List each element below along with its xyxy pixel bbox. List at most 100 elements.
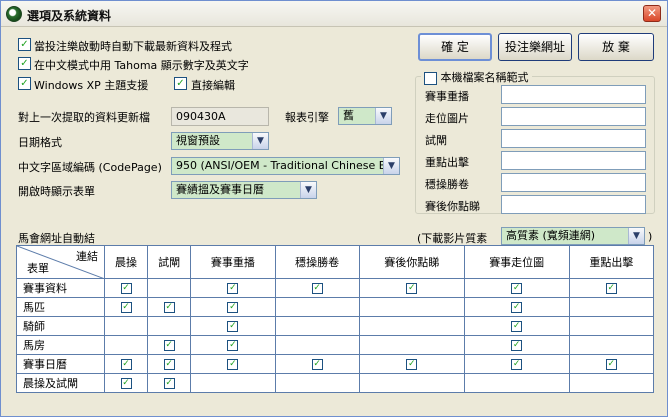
grid-link-checkbox[interactable] bbox=[163, 302, 175, 313]
pattern-label-trial: 試閘 bbox=[425, 134, 447, 147]
startup-table-label: 開啟時顯示表單 bbox=[18, 185, 95, 198]
grid-col-header: 賽事走位圖 bbox=[463, 245, 570, 279]
last-update-value: 090430A bbox=[171, 107, 269, 126]
grid-link-checkbox[interactable] bbox=[163, 340, 175, 351]
grid-link-checkbox[interactable] bbox=[511, 340, 523, 351]
startup-table-select[interactable]: 賽績搵及賽事日曆 ▼ bbox=[171, 181, 317, 199]
link-grid: 連結 表單 晨操 試閘 賽事重播 穩操勝卷 賽後你點睇 賽事走位圖 重點出擊 賽… bbox=[16, 245, 655, 393]
date-format-select[interactable]: 視窗預設 ▼ bbox=[171, 132, 269, 150]
grid-link-checkbox[interactable] bbox=[120, 359, 132, 370]
grid-link-checkbox[interactable] bbox=[120, 302, 132, 313]
auto-download-checkbox[interactable] bbox=[18, 38, 31, 51]
grid-cell[interactable] bbox=[463, 354, 570, 374]
grid-cell[interactable] bbox=[103, 278, 149, 298]
tahoma-checkbox[interactable] bbox=[18, 57, 31, 70]
grid-link-checkbox[interactable] bbox=[311, 359, 323, 370]
codepage-select[interactable]: 950 (ANSI/OEM - Traditional Chinese Big5… bbox=[171, 157, 400, 175]
grid-cell[interactable] bbox=[147, 335, 192, 355]
grid-cell[interactable] bbox=[190, 278, 276, 298]
grid-cell[interactable] bbox=[463, 297, 570, 317]
grid-link-checkbox[interactable] bbox=[511, 359, 523, 370]
grid-cell bbox=[274, 335, 360, 355]
betting-url-button[interactable]: 投注樂網址 bbox=[498, 33, 572, 61]
chevron-down-icon[interactable]: ▼ bbox=[252, 133, 268, 149]
filename-pattern-checkbox[interactable] bbox=[424, 71, 437, 85]
grid-cell[interactable] bbox=[103, 373, 149, 393]
close-button[interactable]: ✕ bbox=[643, 5, 661, 22]
grid-link-checkbox[interactable] bbox=[227, 283, 239, 294]
pattern-input-focus[interactable] bbox=[501, 151, 646, 170]
pattern-label-position: 走位圖片 bbox=[425, 112, 469, 125]
video-quality-label: (下載影片質素 bbox=[417, 232, 488, 245]
chevron-down-icon[interactable]: ▼ bbox=[383, 158, 399, 174]
grid-cell[interactable] bbox=[463, 335, 570, 355]
grid-cell bbox=[358, 316, 465, 336]
grid-link-checkbox[interactable] bbox=[227, 302, 239, 313]
grid-cell[interactable] bbox=[274, 354, 360, 374]
grid-row-label: 賽事日曆 bbox=[16, 354, 105, 374]
grid-row-label: 晨操及試閘 bbox=[16, 373, 105, 393]
video-quality-close: ) bbox=[648, 230, 653, 243]
pattern-input-replay[interactable] bbox=[501, 85, 646, 104]
grid-cell[interactable] bbox=[568, 354, 655, 374]
chevron-down-icon[interactable]: ▼ bbox=[628, 228, 644, 244]
grid-cell[interactable] bbox=[274, 278, 360, 298]
grid-cell[interactable] bbox=[147, 354, 192, 374]
grid-link-checkbox[interactable] bbox=[120, 378, 132, 389]
grid-link-checkbox[interactable] bbox=[511, 283, 523, 294]
chevron-down-icon[interactable]: ▼ bbox=[300, 182, 316, 198]
last-update-label: 對上一次提取的資料更新檔 bbox=[18, 111, 150, 124]
grid-link-checkbox[interactable] bbox=[227, 340, 239, 351]
grid-cell[interactable] bbox=[463, 278, 570, 298]
pattern-label-focus: 重點出擊 bbox=[425, 156, 469, 169]
grid-cell[interactable] bbox=[190, 316, 276, 336]
video-quality-select[interactable]: 高質素 (寬頻連網) ▼ bbox=[501, 227, 645, 245]
date-format-label: 日期格式 bbox=[18, 136, 62, 149]
grid-cell[interactable] bbox=[358, 354, 465, 374]
grid-cell[interactable] bbox=[190, 335, 276, 355]
grid-link-checkbox[interactable] bbox=[605, 359, 617, 370]
pattern-input-position[interactable] bbox=[501, 107, 646, 126]
grid-link-checkbox[interactable] bbox=[227, 321, 239, 332]
grid-link-checkbox[interactable] bbox=[511, 321, 523, 332]
grid-link-checkbox[interactable] bbox=[311, 283, 323, 294]
grid-cell[interactable] bbox=[103, 297, 149, 317]
grid-cell[interactable] bbox=[190, 297, 276, 317]
grid-cell[interactable] bbox=[358, 278, 465, 298]
grid-cell[interactable] bbox=[147, 297, 192, 317]
report-engine-label: 報表引擎 bbox=[285, 111, 329, 124]
title-bar[interactable]: 選項及系統資料 ✕ bbox=[1, 1, 667, 27]
grid-link-checkbox[interactable] bbox=[227, 359, 239, 370]
report-engine-value: 舊 bbox=[343, 109, 354, 122]
table-row: 晨操及試閘 bbox=[16, 373, 655, 393]
chevron-down-icon[interactable]: ▼ bbox=[375, 108, 391, 124]
pattern-input-post-race[interactable] bbox=[501, 195, 646, 214]
cancel-button[interactable]: 放 棄 bbox=[578, 33, 654, 61]
grid-link-checkbox[interactable] bbox=[120, 283, 132, 294]
grid-col-header: 試閘 bbox=[147, 245, 192, 279]
grid-link-checkbox[interactable] bbox=[605, 283, 617, 294]
ok-button[interactable]: 確 定 bbox=[418, 33, 492, 61]
grid-col-header: 晨操 bbox=[103, 245, 149, 279]
video-quality-value: 高質素 (寬頻連網) bbox=[506, 229, 596, 242]
direct-edit-checkbox[interactable] bbox=[174, 77, 187, 90]
pattern-input-trial[interactable] bbox=[501, 129, 646, 148]
grid-link-checkbox[interactable] bbox=[163, 359, 175, 370]
grid-corner-links: 連結 bbox=[76, 250, 98, 263]
pattern-input-sure-win[interactable] bbox=[501, 173, 646, 192]
grid-cell[interactable] bbox=[463, 316, 570, 336]
grid-cell[interactable] bbox=[568, 278, 655, 298]
grid-cell[interactable] bbox=[190, 354, 276, 374]
grid-link-checkbox[interactable] bbox=[406, 359, 418, 370]
grid-link-checkbox[interactable] bbox=[163, 378, 175, 389]
grid-cell bbox=[147, 316, 192, 336]
grid-link-checkbox[interactable] bbox=[406, 283, 418, 294]
report-engine-select[interactable]: 舊 ▼ bbox=[338, 107, 392, 125]
grid-cell[interactable] bbox=[103, 354, 149, 374]
grid-link-checkbox[interactable] bbox=[511, 302, 523, 313]
grid-row-label: 馬房 bbox=[16, 335, 105, 355]
xp-theme-checkbox[interactable] bbox=[18, 77, 31, 90]
grid-row-label: 馬匹 bbox=[16, 297, 105, 317]
grid-cell[interactable] bbox=[147, 373, 192, 393]
grid-cell bbox=[358, 373, 465, 393]
